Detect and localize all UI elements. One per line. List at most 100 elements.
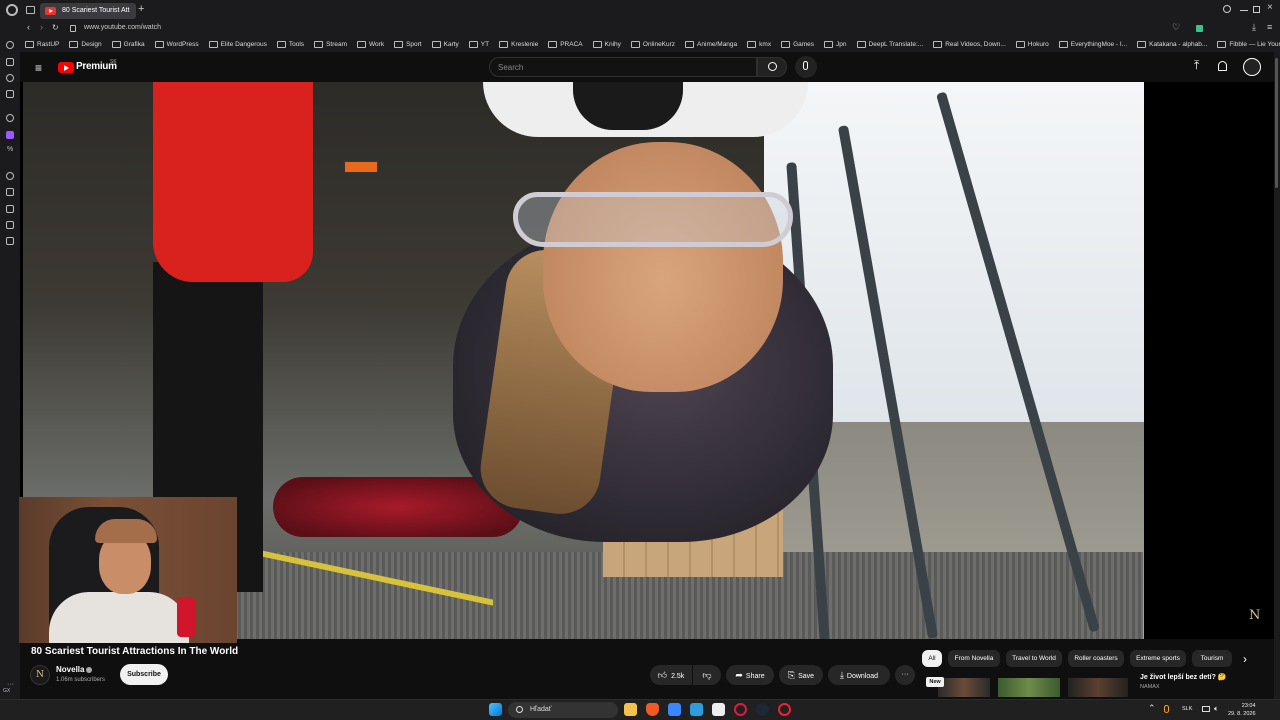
bookmark-item[interactable]: Stream	[309, 37, 352, 52]
opera-logo-icon[interactable]	[6, 4, 18, 16]
save-button[interactable]: ⎘ Save	[779, 665, 823, 685]
chip[interactable]: Tourism	[1192, 650, 1232, 667]
bookmark-item[interactable]: WordPress	[150, 37, 204, 52]
home-icon[interactable]	[6, 41, 14, 49]
history-icon[interactable]	[6, 172, 14, 180]
channel-avatar[interactable]: N	[30, 665, 50, 685]
page-scrollbar[interactable]	[1274, 52, 1280, 699]
snapshot-icon[interactable]	[6, 237, 14, 245]
language-indicator[interactable]: SLK	[1182, 706, 1192, 712]
active-tab[interactable]: 80 Scariest Tourist Att	[40, 3, 136, 19]
bookmark-item[interactable]: Hokuro	[1011, 37, 1054, 52]
bookmark-item[interactable]: Real Videos, Down...	[928, 37, 1011, 52]
bookmark-item[interactable]: Design	[64, 37, 106, 52]
extensions-sidebar-icon[interactable]	[6, 221, 14, 229]
reload-icon[interactable]: ↻	[52, 23, 59, 32]
recommendation-thumbnail[interactable]	[938, 678, 990, 697]
bookmark-item[interactable]: Grafika	[107, 37, 150, 52]
hamburger-icon[interactable]: ≡	[35, 61, 42, 75]
close-icon[interactable]: ×	[1267, 2, 1273, 13]
bookmark-item[interactable]: DeepL Translate:...	[852, 37, 929, 52]
account-avatar[interactable]	[1243, 58, 1261, 76]
bookmark-item[interactable]: Sport	[389, 37, 427, 52]
settings-icon[interactable]	[6, 114, 14, 122]
gaming-icon[interactable]	[6, 58, 14, 66]
bookmark-item[interactable]: Tools	[272, 37, 309, 52]
bookmark-item[interactable]: Games	[776, 37, 819, 52]
search-input[interactable]: Search	[489, 57, 757, 77]
extensions-icon[interactable]	[1196, 25, 1203, 32]
notifications-icon[interactable]	[1218, 61, 1227, 71]
download-icon[interactable]: ⤓	[1252, 22, 1256, 33]
recommendation-thumbnail[interactable]	[998, 678, 1060, 697]
messenger-icon[interactable]	[6, 90, 14, 98]
app-icon[interactable]	[690, 703, 703, 716]
more-sidebar-icon[interactable]: ···	[7, 681, 14, 688]
bookmark-item[interactable]: Jpn	[819, 37, 851, 52]
windows-start-icon[interactable]	[489, 703, 502, 716]
recommendation-title[interactable]: Je život lepší bez detí? 🤔	[1140, 673, 1227, 681]
voice-search-button[interactable]	[795, 56, 817, 78]
like-button[interactable]: 👍︎ 2.5k	[650, 665, 692, 685]
bookmark-item[interactable]: Kreslenie	[494, 37, 543, 52]
back-icon[interactable]: ‹	[27, 22, 30, 32]
bookmark-item[interactable]: Karty	[427, 37, 464, 52]
bookmark-item[interactable]: OnlineKurz	[626, 37, 680, 52]
more-actions-button[interactable]: ···	[895, 665, 915, 685]
bookmark-item[interactable]: YT	[464, 37, 494, 52]
url-field[interactable]: www.youtube.com/watch	[84, 24, 161, 31]
percent-icon[interactable]: %	[7, 146, 13, 153]
download-button[interactable]: ⤓ Download	[828, 665, 890, 685]
dislike-button[interactable]: 👎︎	[693, 665, 721, 685]
bookmark-item[interactable]: Anime/Manga	[680, 37, 742, 52]
calendar-icon[interactable]	[712, 703, 725, 716]
chip[interactable]: Roller coasters	[1068, 650, 1124, 667]
channel-name[interactable]: Novella	[56, 665, 84, 674]
clock[interactable]: 23:04 29. 8. 2026	[1228, 702, 1256, 718]
bookmark-item[interactable]: Fibble — Lie Your...	[1212, 37, 1280, 52]
aria-icon[interactable]	[6, 74, 14, 82]
chip[interactable]: From Novella	[948, 650, 1000, 667]
maximize-icon[interactable]	[1253, 6, 1260, 13]
app-icon[interactable]	[668, 703, 681, 716]
create-icon[interactable]: ⤒	[1194, 58, 1199, 73]
opera-gx-icon[interactable]	[734, 703, 747, 716]
chevron-right-icon[interactable]: ›	[1243, 652, 1247, 666]
twitch-icon[interactable]	[6, 131, 14, 139]
chip[interactable]: Extreme sports	[1130, 650, 1186, 667]
new-tab-icon[interactable]: +	[138, 3, 144, 15]
share-button[interactable]: ➦ Share	[726, 665, 774, 685]
chip[interactable]: Travel to World	[1006, 650, 1062, 667]
network-icon[interactable]	[1202, 706, 1210, 712]
tray-chevron-icon[interactable]: ⌃	[1148, 703, 1156, 714]
search-button[interactable]	[757, 57, 787, 77]
app-icon[interactable]	[778, 703, 791, 716]
menu-icon[interactable]: ≡	[1267, 22, 1272, 32]
bookmark-item[interactable]: PRACA	[543, 37, 587, 52]
mic-tray-icon[interactable]	[1164, 705, 1169, 713]
file-explorer-icon[interactable]	[624, 703, 637, 716]
tab-list-icon[interactable]	[26, 6, 35, 14]
steam-icon[interactable]	[756, 703, 769, 716]
brave-icon[interactable]	[646, 703, 659, 716]
volume-icon[interactable]: 🔈︎	[1214, 704, 1219, 714]
heart-icon[interactable]: ♡	[1172, 22, 1180, 33]
youtube-logo-icon[interactable]	[58, 62, 74, 73]
channel-watermark-icon[interactable]: N	[1249, 608, 1260, 623]
bookmark-item[interactable]: Elite Dangerous	[204, 37, 272, 52]
search-tabs-icon[interactable]	[1223, 5, 1231, 13]
taskbar-search[interactable]: Hľadať	[508, 702, 618, 718]
bookmark-item[interactable]: RastUP	[20, 37, 64, 52]
chip[interactable]: All	[922, 650, 942, 667]
bookmark-item[interactable]: kmx	[742, 37, 776, 52]
bookmark-item[interactable]: Katakana - alphab...	[1132, 37, 1212, 52]
forward-icon[interactable]: ›	[40, 22, 43, 32]
bookmark-item[interactable]: EverythingMoe - I...	[1054, 37, 1132, 52]
bookmarks-icon[interactable]	[6, 205, 14, 213]
recommendation-channel[interactable]: NAMAX	[1140, 684, 1160, 690]
minimize-icon[interactable]	[1240, 10, 1248, 11]
recommendation-thumbnail[interactable]	[1068, 678, 1128, 697]
subscribe-button[interactable]: Subscribe	[120, 664, 168, 685]
bookmark-item[interactable]: Knihy	[588, 37, 626, 52]
bookmark-item[interactable]: Work	[352, 37, 389, 52]
